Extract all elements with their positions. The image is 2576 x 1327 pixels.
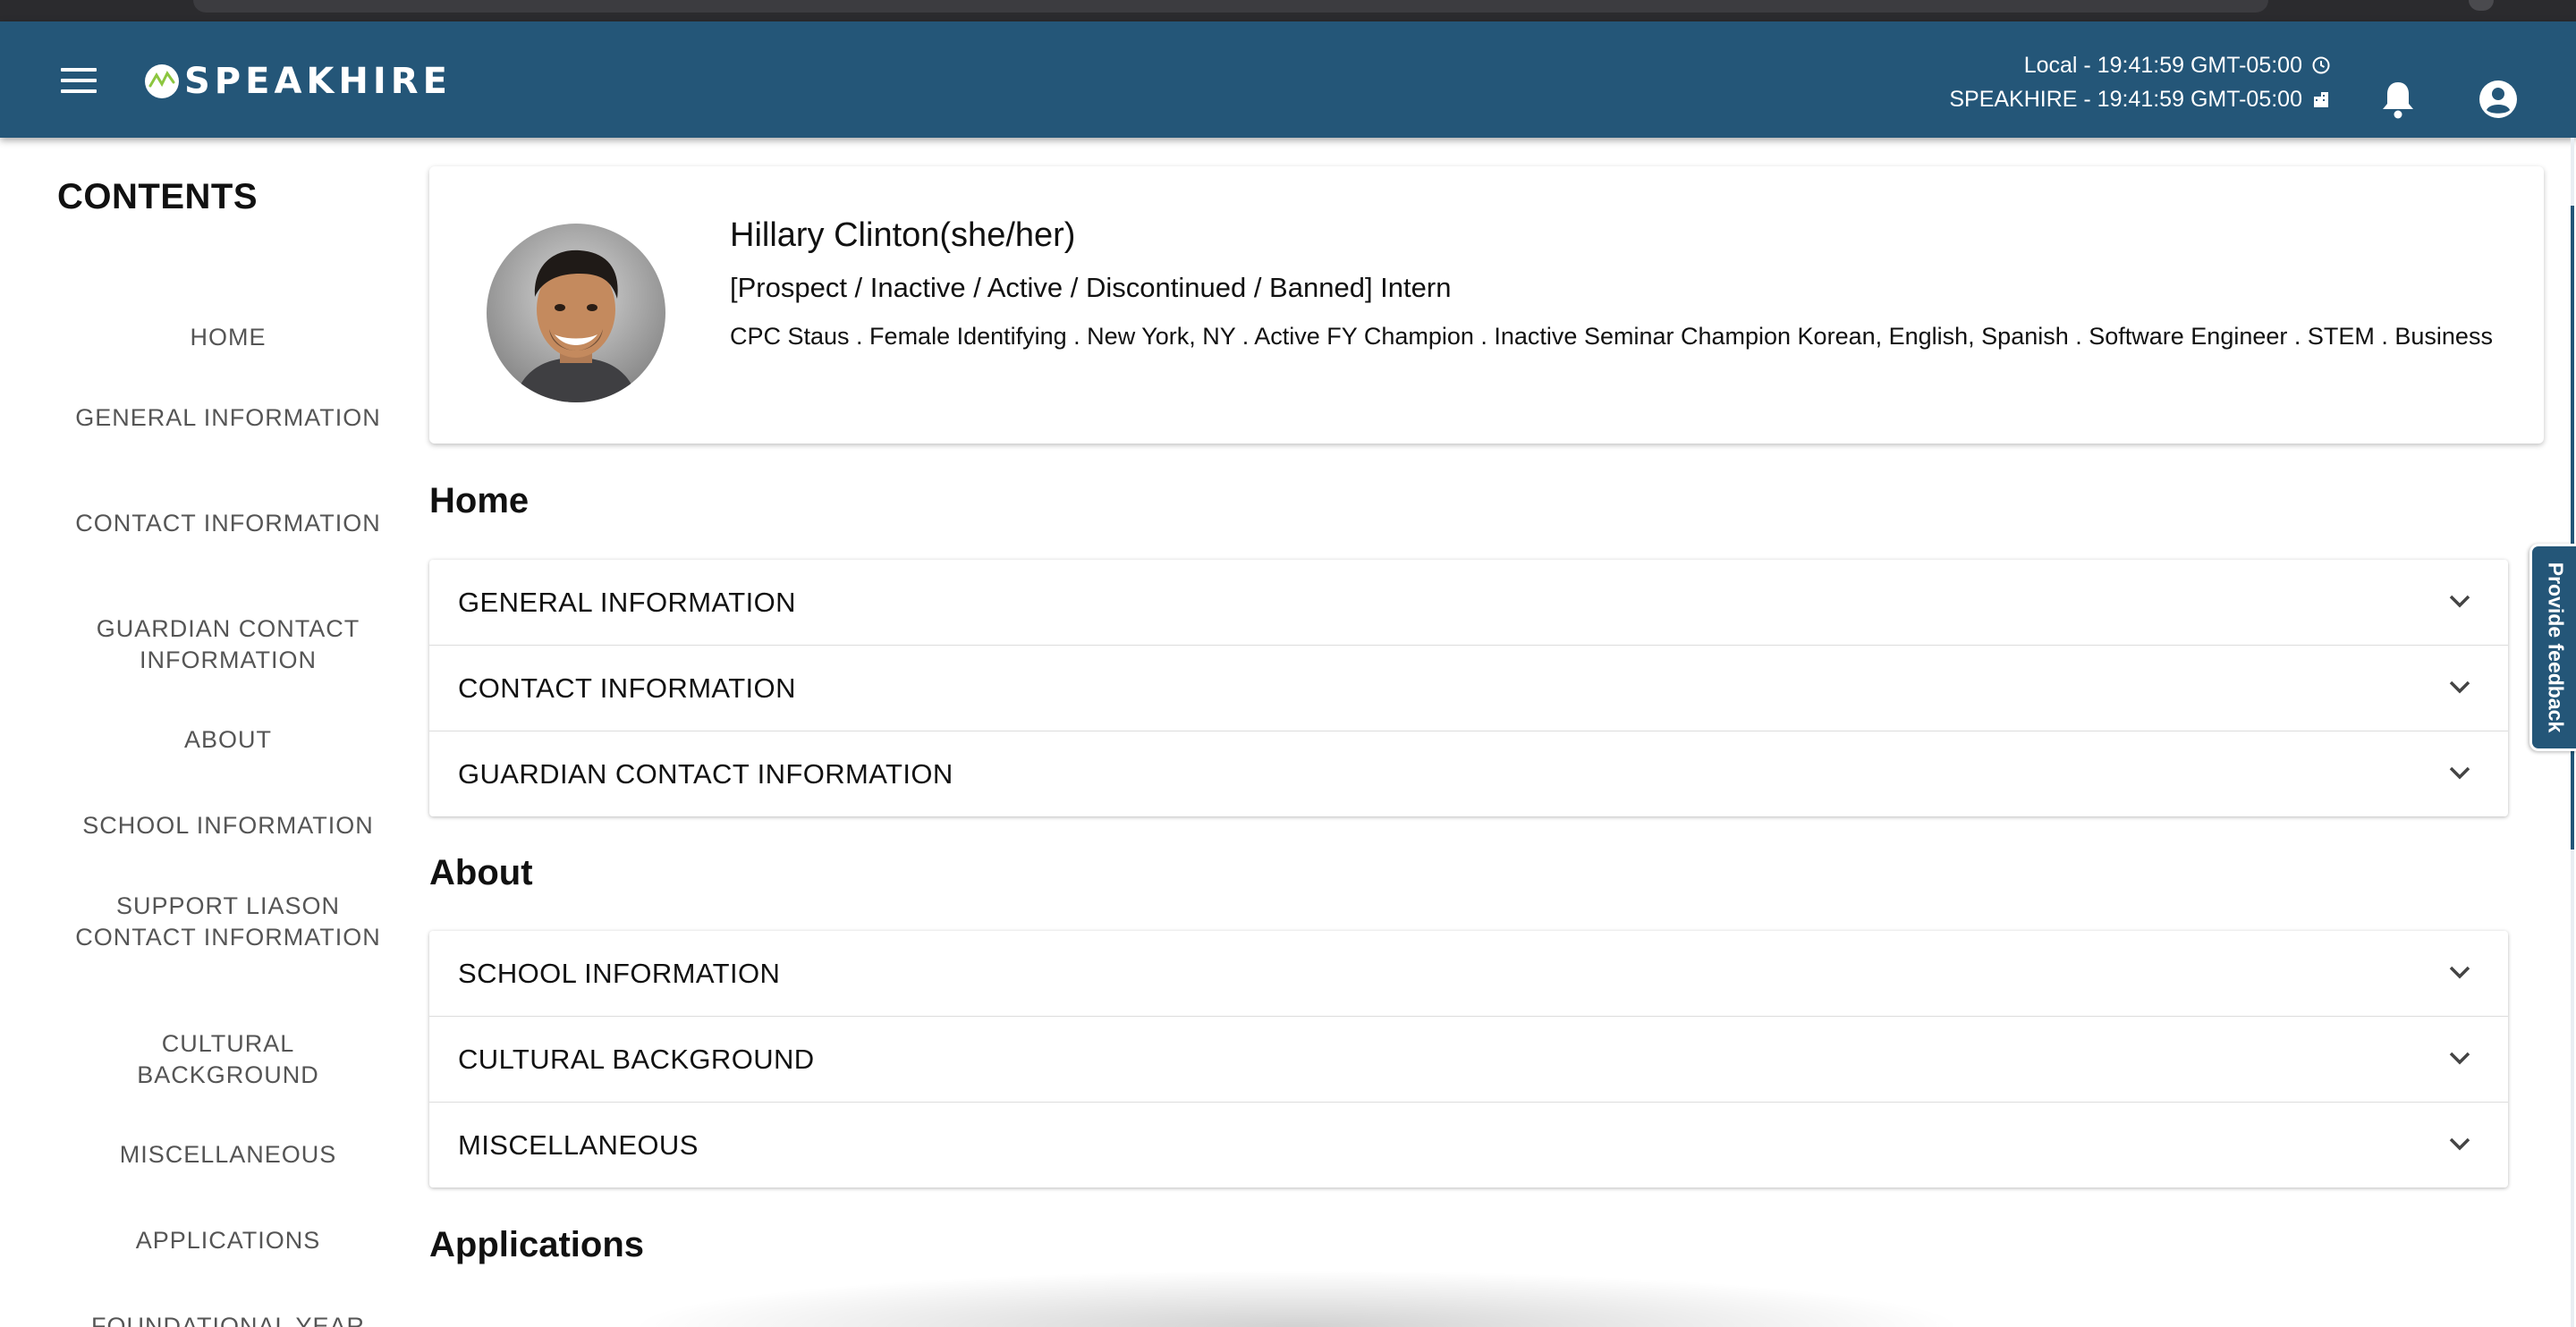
- accordion-cultural-background[interactable]: CULTURAL BACKGROUND: [429, 1016, 2508, 1102]
- toc-item-cultural-background[interactable]: CULTURAL BACKGROUND: [72, 1028, 385, 1091]
- about-accordion: SCHOOL INFORMATION CULTURAL BACKGROUND M…: [429, 931, 2508, 1188]
- chevron-down-icon[interactable]: [2447, 678, 2472, 696]
- toc-item-guardian-contact-information[interactable]: GUARDIAN CONTACT INFORMATION: [72, 613, 385, 676]
- accordion-contact-information[interactable]: CONTACT INFORMATION: [429, 645, 2508, 731]
- account-circle-icon[interactable]: [2478, 79, 2519, 120]
- clock-icon: [2312, 56, 2330, 74]
- toc-item-foundational-year[interactable]: FOUNDATIONAL YEAR: [72, 1311, 385, 1327]
- browser-profile-icon[interactable]: [2469, 0, 2494, 11]
- chevron-down-icon[interactable]: [2447, 1049, 2472, 1067]
- profile-name: Hillary Clinton(she/her): [730, 216, 1076, 254]
- chevron-down-icon[interactable]: [2447, 592, 2472, 610]
- browser-address-bar[interactable]: [193, 0, 2268, 13]
- toc-item-miscellaneous[interactable]: MISCELLANEOUS: [72, 1139, 385, 1171]
- toc-item-general-information[interactable]: GENERAL INFORMATION: [72, 402, 385, 434]
- section-heading-applications: Applications: [429, 1225, 645, 1264]
- accordion-label: CULTURAL BACKGROUND: [458, 1044, 815, 1075]
- brand-name: SPEAKHIRE: [184, 61, 452, 102]
- scrollbar-thumb[interactable]: [2571, 206, 2574, 849]
- profile-card: Hillary Clinton(she/her) [Prospect / Ina…: [429, 166, 2544, 444]
- profile-status: [Prospect / Inactive / Active / Disconti…: [730, 272, 1452, 303]
- accordion-school-information[interactable]: SCHOOL INFORMATION: [429, 931, 2508, 1016]
- brand-logo[interactable]: SPEAKHIRE: [143, 59, 452, 104]
- profile-tags: CPC Staus . Female Identifying . New Yor…: [730, 323, 2493, 350]
- chevron-down-icon[interactable]: [2447, 764, 2472, 782]
- chevron-down-icon[interactable]: [2447, 963, 2472, 981]
- bottom-shadow: [626, 1270, 1968, 1327]
- accordion-label: GENERAL INFORMATION: [458, 587, 796, 618]
- toc-item-support-liason-contact-information[interactable]: SUPPORT LIASON CONTACT INFORMATION: [72, 891, 385, 953]
- home-accordion: GENERAL INFORMATION CONTACT INFORMATION …: [429, 560, 2508, 816]
- chevron-down-icon[interactable]: [2447, 1135, 2472, 1153]
- accordion-general-information[interactable]: GENERAL INFORMATION: [429, 560, 2508, 645]
- toc-item-about[interactable]: ABOUT: [72, 724, 385, 756]
- section-heading-about: About: [429, 853, 533, 892]
- local-time: Local - 19:41:59 GMT-05:00: [2023, 53, 2302, 78]
- feedback-label: Provide feedback: [2544, 562, 2568, 733]
- section-heading-home: Home: [429, 481, 530, 520]
- provide-feedback-tab[interactable]: Provide feedback: [2529, 544, 2576, 751]
- speakhire-logo-icon: [145, 64, 179, 98]
- accordion-label: MISCELLANEOUS: [458, 1129, 699, 1161]
- toc-item-contact-information[interactable]: CONTACT INFORMATION: [72, 508, 385, 539]
- accordion-label: SCHOOL INFORMATION: [458, 958, 781, 989]
- accordion-label: GUARDIAN CONTACT INFORMATION: [458, 758, 953, 790]
- toc-item-school-information[interactable]: SCHOOL INFORMATION: [72, 810, 385, 841]
- app-bar: SPEAKHIRE Local - 19:41:59 GMT-05:00 SPE…: [0, 21, 2576, 138]
- toc-item-applications[interactable]: APPLICATIONS: [72, 1225, 385, 1256]
- org-time: SPEAKHIRE - 19:41:59 GMT-05:00: [1949, 87, 2302, 112]
- accordion-guardian-contact-information[interactable]: GUARDIAN CONTACT INFORMATION: [429, 731, 2508, 816]
- profile-photo: [487, 224, 665, 402]
- browser-chrome: [0, 0, 2576, 21]
- toc-item-home[interactable]: HOME: [72, 322, 385, 353]
- sidebar-title: CONTENTS: [57, 177, 258, 216]
- accordion-miscellaneous[interactable]: MISCELLANEOUS: [429, 1102, 2508, 1188]
- hamburger-menu-icon[interactable]: [61, 68, 97, 93]
- contents-sidebar: CONTENTS HOME GENERAL INFORMATION CONTAC…: [0, 138, 420, 1327]
- profile-avatar: [487, 224, 665, 402]
- time-display: Local - 19:41:59 GMT-05:00 SPEAKHIRE - 1…: [1949, 48, 2331, 116]
- notifications-bell-icon[interactable]: [2379, 79, 2417, 120]
- accordion-label: CONTACT INFORMATION: [458, 672, 796, 704]
- building-icon: [2314, 92, 2328, 107]
